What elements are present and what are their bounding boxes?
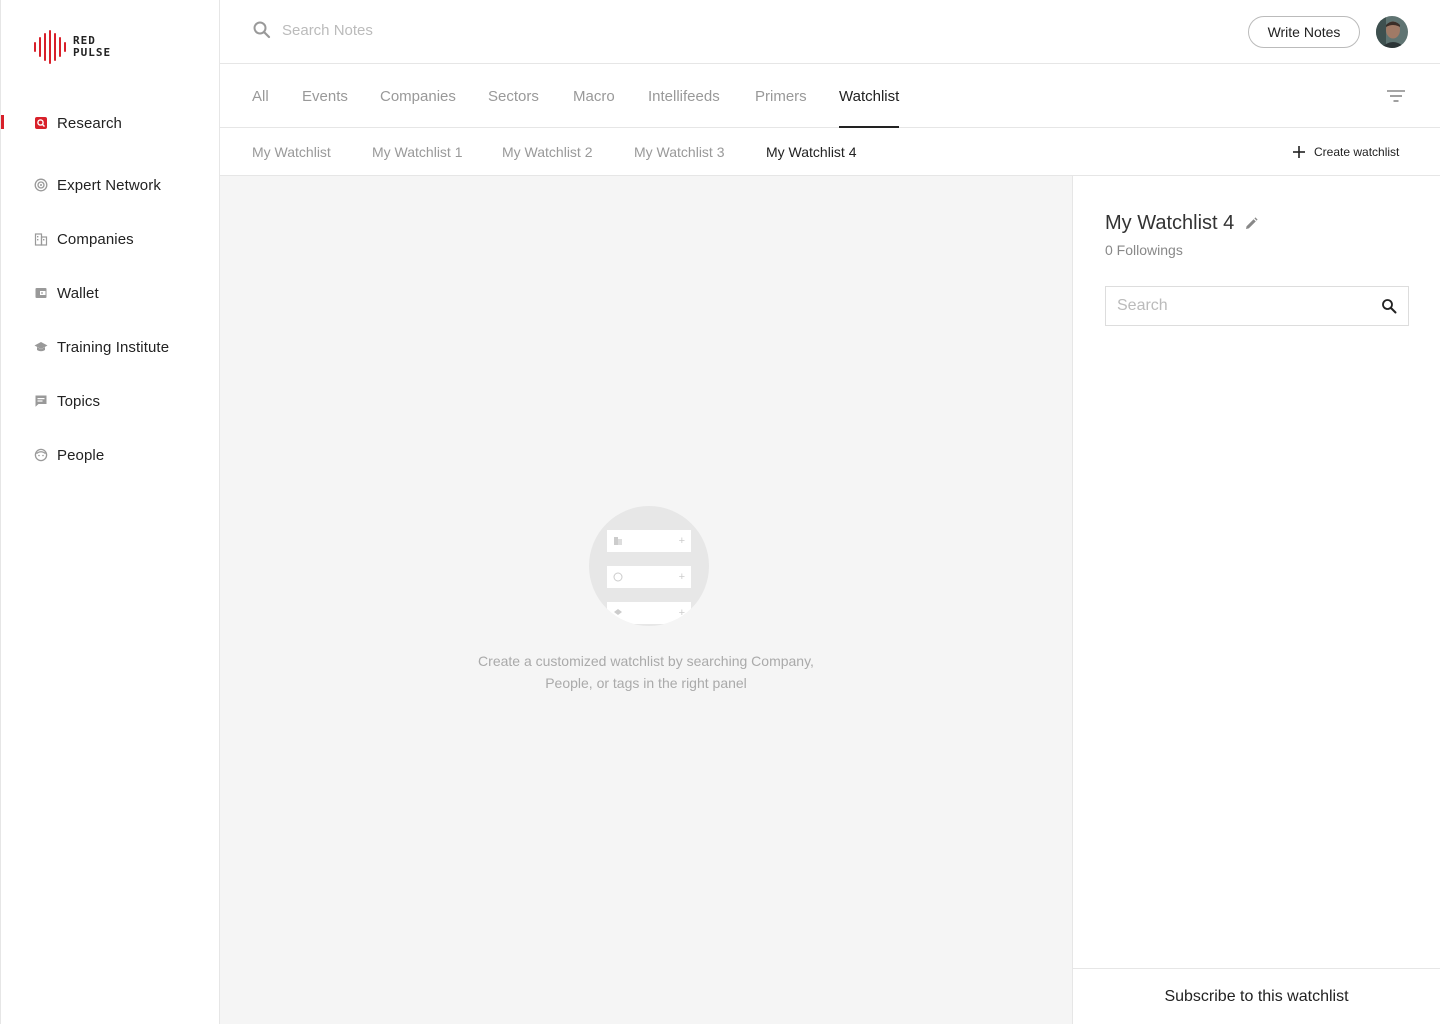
empty-state-illustration: + + + [589, 506, 709, 626]
sidebar-item-label: Wallet [57, 284, 99, 302]
create-watchlist-label: Create watchlist [1314, 145, 1400, 159]
watchlist-panel: My Watchlist 4 0 Followings Subscribe to… [1072, 176, 1440, 1024]
research-icon [33, 115, 49, 131]
sidebar-item-wallet[interactable]: Wallet [1, 266, 220, 320]
tab-companies[interactable]: Companies [380, 64, 456, 128]
tab-sectors[interactable]: Sectors [488, 64, 539, 128]
sidebar-item-label: People [57, 446, 105, 464]
building-icon [614, 537, 622, 545]
plus-icon [1293, 146, 1305, 158]
graduation-cap-icon [33, 339, 49, 355]
sidebar-item-companies[interactable]: Companies [1, 212, 220, 266]
tab-all[interactable]: All [252, 64, 269, 128]
avatar[interactable] [1376, 16, 1408, 48]
tab-macro[interactable]: Macro [573, 64, 615, 128]
watchlist-tab-active[interactable]: My Watchlist 4 [766, 128, 857, 176]
search-notes [252, 20, 582, 40]
pencil-icon[interactable] [1244, 216, 1258, 231]
tag-icon [614, 609, 622, 615]
sidebar-item-label: Companies [57, 230, 134, 248]
panel-title: My Watchlist 4 [1105, 212, 1258, 235]
wallet-icon [33, 285, 49, 301]
empty-state-message: Create a customized watchlist by searchi… [220, 650, 1072, 694]
logo-bars-icon [34, 30, 66, 64]
expert-network-icon [33, 177, 49, 193]
sidebar-item-label: Research [57, 114, 122, 132]
watchlist-tab[interactable]: My Watchlist 1 [372, 128, 463, 176]
write-notes-button[interactable]: Write Notes [1248, 16, 1360, 48]
subscribe-button[interactable]: Subscribe to this watchlist [1073, 968, 1440, 1024]
sidebar-item-topics[interactable]: Topics [1, 374, 220, 428]
logo-line-2: PULSE [73, 46, 112, 59]
sidebar-item-label: Topics [57, 392, 101, 410]
category-tabs: All Events Companies Sectors Macro Intel… [220, 64, 1440, 128]
watchlist-tab[interactable]: My Watchlist 2 [502, 128, 593, 176]
building-icon [33, 231, 49, 247]
illustration-card: + [607, 602, 691, 624]
chat-bubble-icon [33, 393, 49, 409]
search-icon[interactable] [1370, 298, 1408, 314]
sidebar-item-research[interactable]: Research [1, 104, 220, 142]
illustration-card: + [607, 530, 691, 552]
search-icon [253, 21, 271, 39]
followings-count: 0 Followings [1105, 242, 1183, 258]
tab-primers[interactable]: Primers [755, 64, 807, 128]
sidebar: RED PULSE Research Expert Network Compan… [0, 0, 220, 1024]
sidebar-item-label: Expert Network [57, 176, 161, 194]
plus-icon: + [678, 607, 685, 619]
face-icon [33, 447, 49, 463]
sidebar-nav: Research Expert Network Companies Wallet… [1, 104, 220, 482]
watchlist-tab[interactable]: My Watchlist [252, 128, 331, 176]
sidebar-item-people[interactable]: People [1, 428, 220, 482]
watchlist-title: My Watchlist 4 [1105, 212, 1235, 234]
empty-state-line-1: Create a customized watchlist by searchi… [478, 653, 814, 669]
tab-watchlist[interactable]: Watchlist [839, 64, 900, 128]
top-bar: Write Notes [220, 0, 1440, 64]
create-watchlist-button[interactable]: Create watchlist [1292, 128, 1399, 176]
plus-icon: + [678, 571, 685, 583]
empty-state-line-2: People, or tags in the right panel [545, 675, 747, 691]
sidebar-item-expert-network[interactable]: Expert Network [1, 158, 220, 212]
watchlist-search-input[interactable] [1106, 297, 1370, 315]
plus-icon: + [678, 535, 685, 547]
watchlist-content: + + + Create a customized watchlist by s… [220, 176, 1072, 1024]
watchlist-tabs: My Watchlist My Watchlist 1 My Watchlist… [220, 128, 1440, 176]
logo-wordmark: RED PULSE [73, 35, 111, 59]
face-icon [613, 572, 623, 582]
sidebar-item-training-institute[interactable]: Training Institute [1, 320, 220, 374]
sidebar-item-label: Training Institute [57, 338, 170, 356]
red-pulse-logo[interactable]: RED PULSE [33, 29, 111, 65]
illustration-card: + [607, 566, 691, 588]
tab-events[interactable]: Events [302, 64, 348, 128]
panel-search [1105, 286, 1409, 326]
tab-intellifeeds[interactable]: Intellifeeds [648, 64, 720, 128]
search-notes-input[interactable] [282, 21, 582, 39]
filter-icon[interactable] [1386, 88, 1406, 104]
watchlist-tab[interactable]: My Watchlist 3 [634, 128, 725, 176]
